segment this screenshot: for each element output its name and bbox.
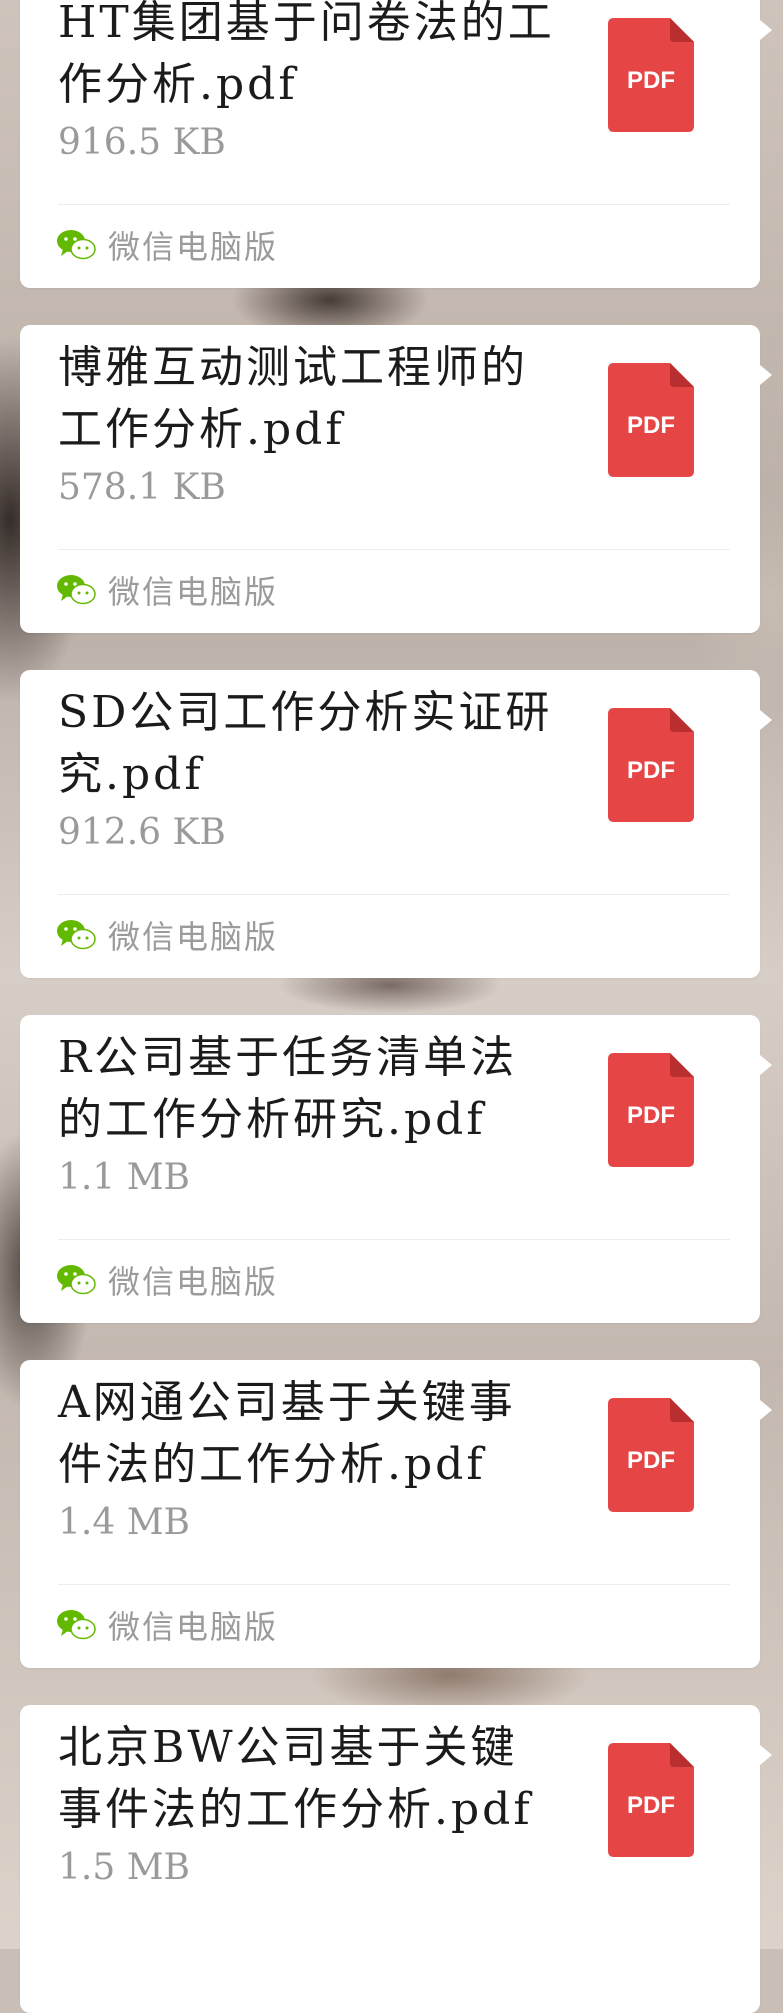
file-name: 北京BW公司基于关键事件法的工作分析.pdf — [58, 1722, 533, 1835]
file-size: 1.4 MB — [58, 1502, 191, 1543]
source-row: 微信电脑版 — [56, 212, 278, 278]
divider — [58, 1584, 730, 1585]
source-label: 微信电脑版 — [108, 573, 279, 611]
file-message-card[interactable]: SD公司工作分析实证研究.pdf 912.6 KB PDF 微信电脑版 — [20, 670, 772, 978]
source-label: 微信电脑版 — [108, 1608, 279, 1646]
pdf-file-icon: PDF — [608, 363, 694, 477]
source-row: 微信电脑版 — [56, 902, 278, 968]
file-name: A网通公司基于关键事件法的工作分析.pdf — [58, 1377, 516, 1490]
svg-text:PDF: PDF — [627, 67, 675, 94]
wechat-icon — [57, 920, 96, 950]
file-message-card[interactable]: 博雅互动测试工程师的工作分析.pdf 578.1 KB PDF 微信电脑版 — [20, 325, 772, 633]
source-row: 微信电脑版 — [56, 557, 278, 623]
pdf-file-icon: PDF — [608, 1398, 694, 1512]
wechat-icon — [57, 575, 96, 605]
wechat-icon — [57, 1610, 96, 1640]
pdf-file-icon: PDF — [608, 1743, 694, 1857]
file-message-card[interactable]: HT集团基于问卷法的工作分析.pdf 916.5 KB PDF 微信电脑版 — [20, 0, 772, 288]
svg-text:PDF: PDF — [627, 757, 675, 784]
divider — [58, 549, 730, 550]
pdf-file-icon: PDF — [608, 708, 694, 822]
file-name: 博雅互动测试工程师的工作分析.pdf — [58, 342, 528, 455]
file-name: SD公司工作分析实证研究.pdf — [58, 687, 553, 800]
svg-text:PDF: PDF — [627, 1102, 675, 1129]
file-message-card[interactable]: 北京BW公司基于关键事件法的工作分析.pdf 1.5 MB PDF — [20, 1705, 772, 2013]
file-message-card[interactable]: R公司基于任务清单法的工作分析研究.pdf 1.1 MB PDF 微信电脑版 — [20, 1015, 772, 1323]
file-name: R公司基于任务清单法的工作分析研究.pdf — [58, 1032, 518, 1145]
divider — [58, 1239, 730, 1240]
file-size: 1.1 MB — [58, 1157, 191, 1198]
file-name: HT集团基于问卷法的工作分析.pdf — [58, 0, 555, 110]
file-size: 578.1 KB — [58, 467, 226, 508]
svg-text:PDF: PDF — [627, 1447, 675, 1474]
file-size: 916.5 KB — [58, 122, 226, 163]
pdf-file-icon: PDF — [608, 1053, 694, 1167]
source-label: 微信电脑版 — [108, 228, 279, 266]
file-size: 912.6 KB — [58, 812, 226, 853]
svg-text:PDF: PDF — [627, 412, 675, 439]
pdf-file-icon: PDF — [608, 18, 694, 132]
source-label: 微信电脑版 — [108, 1263, 279, 1301]
source-label: 微信电脑版 — [108, 918, 279, 956]
wechat-icon — [57, 230, 96, 260]
divider — [58, 894, 730, 895]
divider — [58, 204, 730, 205]
source-row: 微信电脑版 — [56, 1592, 278, 1658]
file-message-card[interactable]: A网通公司基于关键事件法的工作分析.pdf 1.4 MB PDF 微信电脑版 — [20, 1360, 772, 1668]
source-row: 微信电脑版 — [56, 1247, 278, 1313]
file-size: 1.5 MB — [58, 1847, 191, 1888]
svg-text:PDF: PDF — [627, 1792, 675, 1819]
wechat-icon — [57, 1265, 96, 1295]
